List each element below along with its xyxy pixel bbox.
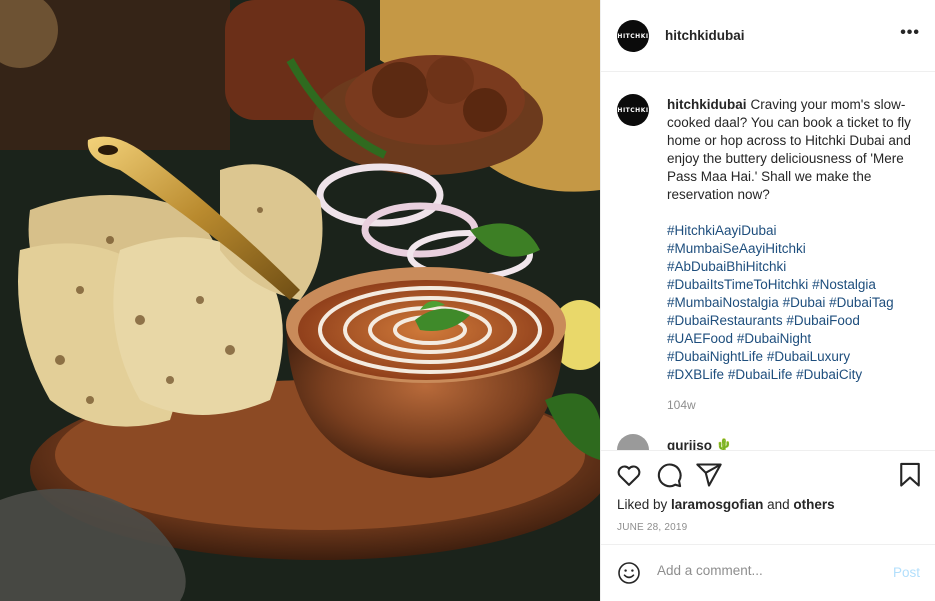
hashtag[interactable]: #DubaiNightLife [667,349,763,364]
hashtag[interactable]: #HitchkiAayiDubai [667,223,777,238]
caption-age[interactable]: 104w [667,398,696,412]
comment-icon[interactable] [655,461,683,489]
heart-icon[interactable] [615,461,643,489]
likes-summary[interactable]: Liked by laramosgofian and others [617,497,835,512]
commenter-avatar[interactable] [617,434,649,450]
hashtag[interactable]: #DubaiItsTimeToHitchki [667,277,808,292]
hashtag[interactable]: #DubaiLuxury [767,349,850,364]
hashtag[interactable]: #DubaiFood [786,313,860,328]
post-header: HITCHKI hitchkidubai ••• [601,0,935,72]
comments-section[interactable]: HITCHKI hitchkidubai Craving your mom's s… [601,72,935,450]
hashtag[interactable]: #DubaiCity [796,367,862,382]
hashtag[interactable]: #DubaiLife [728,367,793,382]
avatar-logo-text: HITCHKI [617,32,649,40]
hashtag[interactable]: #Dubai [783,295,826,310]
emoji-icon[interactable] [617,561,641,585]
hashtag[interactable]: #AbDubaiBhiHitchki [667,259,786,274]
hashtag[interactable]: #MumbaiSeAayiHitchki [667,241,806,256]
post-actions: Liked by laramosgofian and others JUNE 2… [601,450,935,544]
hashtag[interactable]: #MumbaiNostalgia [667,295,779,310]
post-date[interactable]: JUNE 28, 2019 [617,522,687,533]
caption-username[interactable]: hitchkidubai [667,97,747,112]
caption-avatar-logo-text: HITCHKI [617,106,649,114]
post-comment-button[interactable]: Post [893,565,920,580]
hashtag[interactable]: #DubaiRestaurants [667,313,783,328]
hashtag[interactable]: #DXBLife [667,367,724,382]
caption-avatar[interactable]: HITCHKI [617,94,649,126]
hashtag[interactable]: #UAEFood [667,331,733,346]
caption-text: Craving your mom's slow-cooked daal? You… [667,97,911,202]
commenter-username[interactable]: guriiso 🌵 [667,438,733,450]
comment-input[interactable] [657,563,877,578]
hashtag-list: #HitchkiAayiDubai #MumbaiSeAayiHitchki #… [667,222,922,384]
more-icon[interactable]: ••• [900,24,920,42]
liked-by-others[interactable]: others [793,497,834,512]
likes-prefix: Liked by [617,497,672,512]
bookmark-icon[interactable] [896,461,924,489]
add-comment-section: Post [601,544,935,601]
hashtag[interactable]: #Nostalgia [812,277,876,292]
likes-and: and [763,497,794,512]
account-avatar[interactable]: HITCHKI [617,20,649,52]
caption: hitchkidubai Craving your mom's slow-cook… [667,96,922,384]
hashtag[interactable]: #DubaiNight [737,331,811,346]
dal-makhani-photo [0,0,600,601]
header-username[interactable]: hitchkidubai [665,28,745,43]
share-icon[interactable] [695,461,723,489]
post-side-panel: HITCHKI hitchkidubai ••• HITCHKI hitchki… [600,0,935,601]
liked-by-user[interactable]: laramosgofian [671,497,763,512]
hashtag[interactable]: #DubaiTag [829,295,894,310]
post-photo[interactable] [0,0,600,601]
